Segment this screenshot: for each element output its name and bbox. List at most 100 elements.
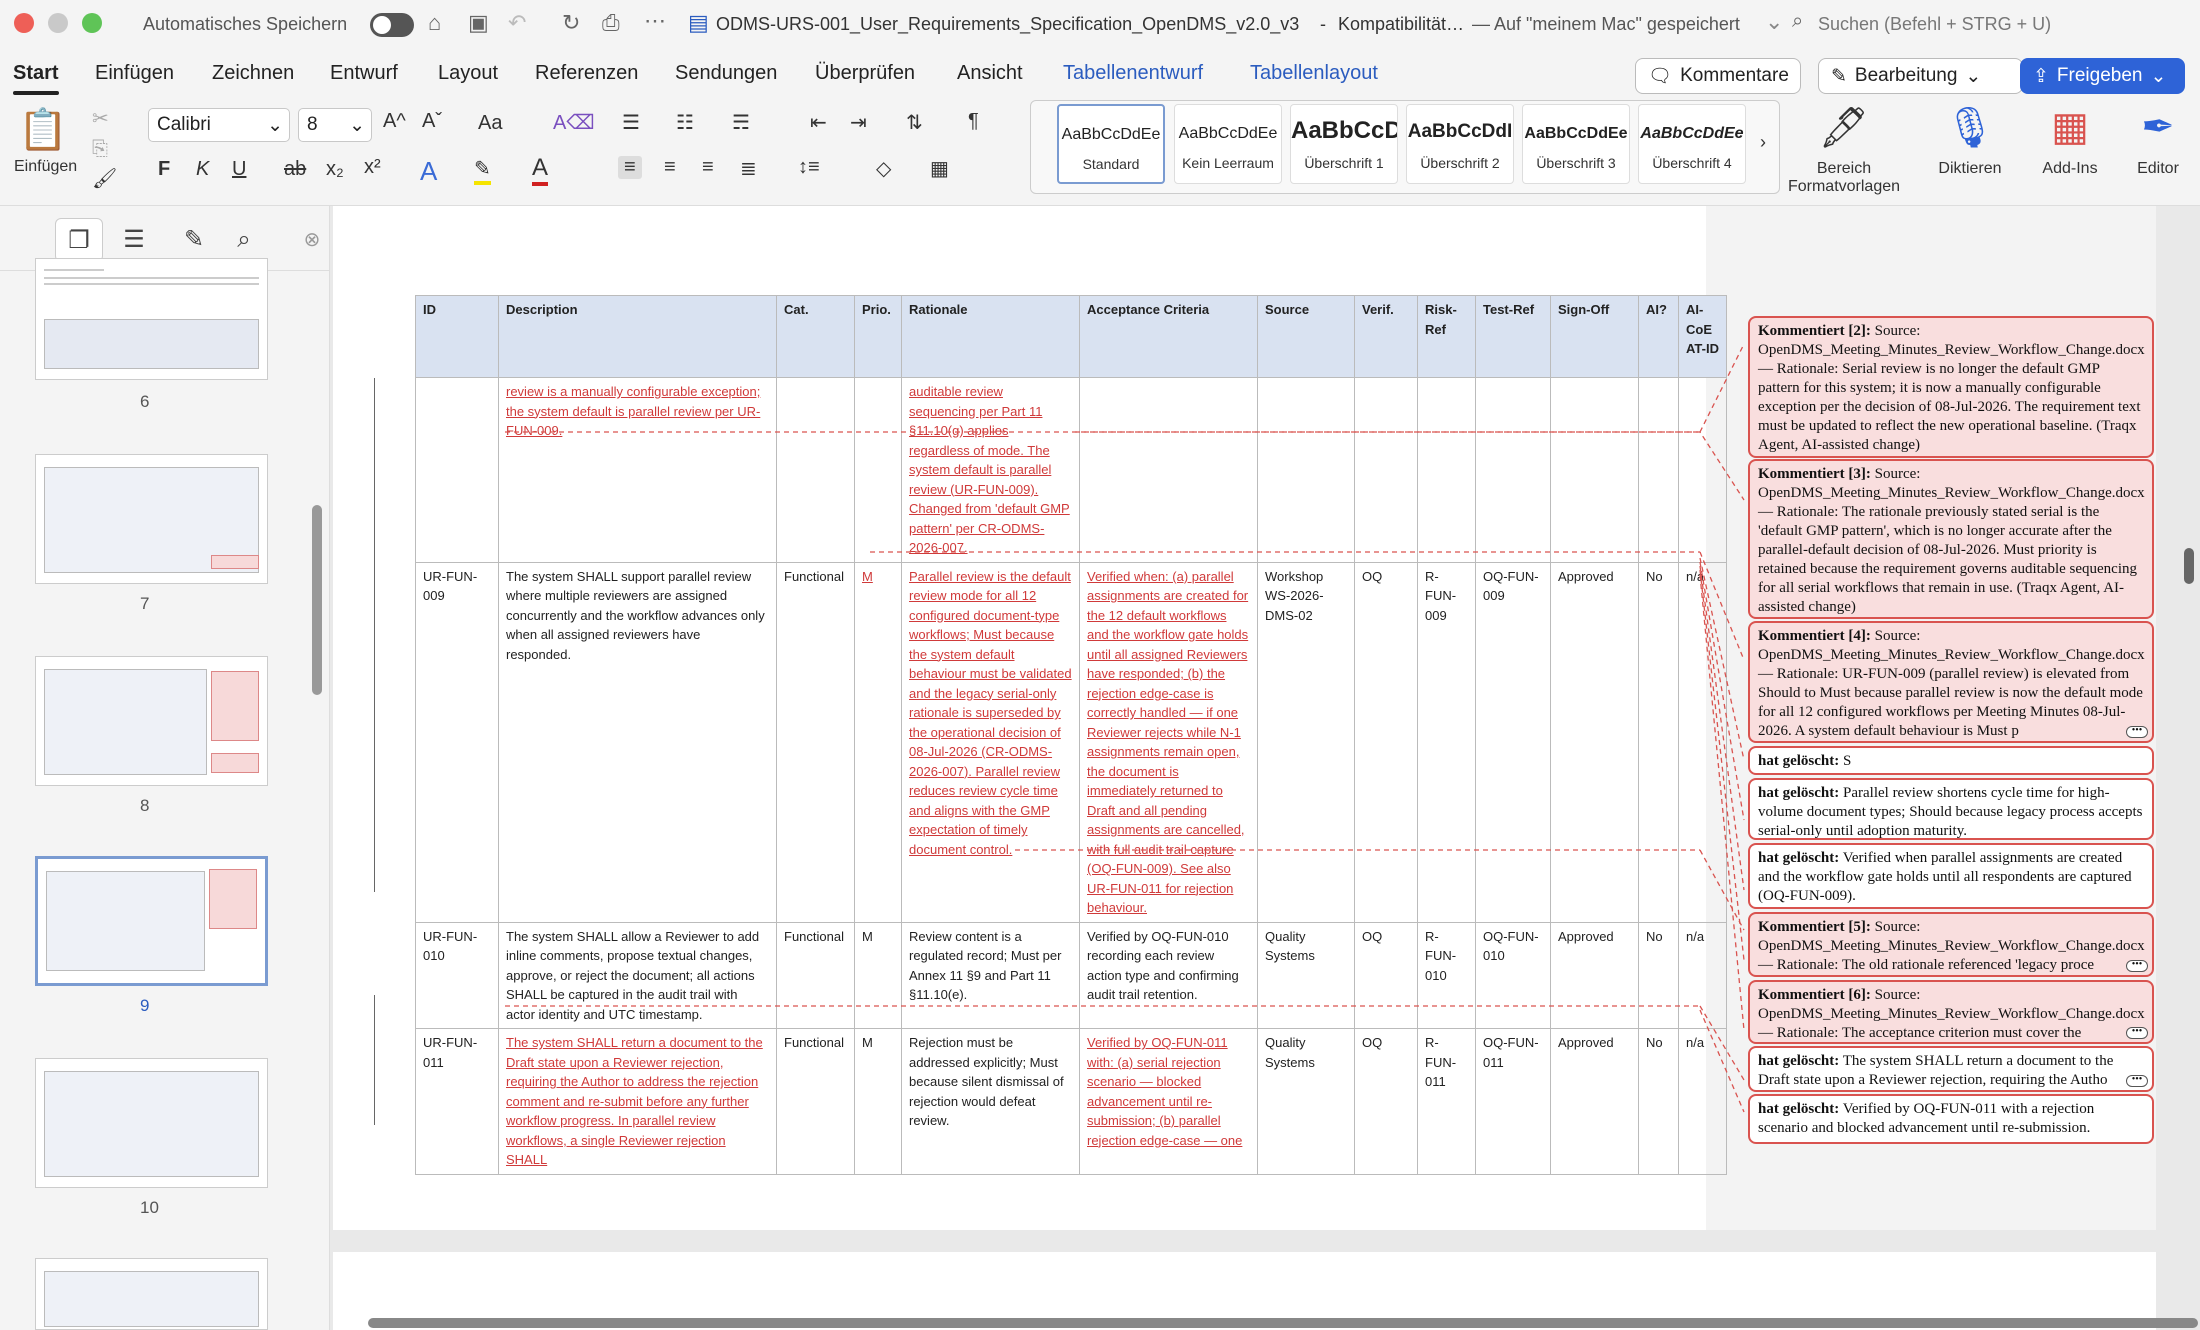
font-color-icon[interactable]: A [532, 154, 549, 186]
cell-ai[interactable]: No [1638, 561, 1679, 923]
save-icon[interactable]: ▣ [468, 10, 489, 36]
page-thumbnail-11[interactable] [35, 1258, 268, 1330]
chevron-right-icon[interactable]: › [1760, 132, 1766, 153]
clear-format-icon[interactable]: A⌫ [553, 110, 595, 135]
cell-category[interactable]: Functional [776, 561, 855, 923]
document-vertical-scrollbar[interactable] [2184, 548, 2194, 584]
align-center-icon[interactable]: ≡ [664, 156, 676, 179]
cell-category[interactable] [776, 377, 855, 563]
clipboard-icon[interactable]: 📋 [18, 106, 68, 153]
page-thumbnail-8[interactable] [35, 656, 268, 786]
cell-rationale[interactable]: Review content is a regulated record; Mu… [901, 921, 1080, 1029]
comment-balloon[interactable]: Kommentiert [3]: Source: OpenDMS_Meeting… [1748, 459, 2154, 619]
cell-sign-off[interactable]: Approved [1550, 921, 1639, 1029]
cell-id[interactable]: UR-FUN-009 [415, 561, 499, 923]
cell-source[interactable]: Workshop WS-2026-DMS-02 [1257, 561, 1355, 923]
close-window-button[interactable] [14, 13, 34, 33]
cell-verification[interactable]: OQ [1354, 1028, 1418, 1175]
cell-verification[interactable]: OQ [1354, 921, 1418, 1029]
cell-category[interactable]: Functional [776, 1028, 855, 1175]
font-name-select[interactable]: Calibri ⌄ [148, 108, 290, 142]
tab-table-layout[interactable]: Tabellenlayout [1250, 62, 1378, 85]
shading-icon[interactable]: ◇ [876, 156, 891, 181]
more-icon[interactable]: ⋯ [644, 8, 666, 34]
cell-ai[interactable]: No [1638, 921, 1679, 1029]
deletion-balloon[interactable]: hat gelöscht: Parallel review shortens c… [1748, 778, 2154, 840]
tab-review[interactable]: Überprüfen [815, 62, 915, 85]
editing-mode-button[interactable]: ✎ Bearbeitung ⌄ [1818, 58, 2023, 94]
cell-sign-off[interactable] [1550, 377, 1639, 563]
bold-button[interactable]: F [158, 158, 170, 181]
cell-source[interactable] [1257, 377, 1355, 563]
cell-rationale[interactable]: Parallel review is the default review mo… [901, 561, 1080, 923]
sidebar-scrollbar[interactable] [312, 505, 322, 695]
cell-at-id[interactable]: n/a [1678, 561, 1727, 923]
print-icon[interactable]: ⎙ [602, 10, 620, 36]
cell-sign-off[interactable]: Approved [1550, 1028, 1639, 1175]
saved-status[interactable]: — Auf "meinem Mac" gespeichert [1472, 14, 1740, 35]
cell-description[interactable]: review is a manually configurable except… [498, 377, 777, 563]
tab-references[interactable]: Referenzen [535, 62, 638, 85]
editor-button[interactable]: ✒ Editor [2128, 104, 2188, 178]
zoom-window-button[interactable] [82, 13, 102, 33]
deletion-balloon[interactable]: hat gelöscht: Verified by OQ-FUN-011 wit… [1748, 1094, 2154, 1144]
cell-acceptance[interactable]: Verified when: (a) parallel assignments … [1079, 561, 1258, 923]
tab-design[interactable]: Entwurf [330, 62, 398, 85]
redo-icon[interactable]: ↻ [562, 10, 580, 36]
font-size-select[interactable]: 8 ⌄ [298, 108, 372, 142]
increase-indent-icon[interactable]: ⇥ [850, 110, 867, 135]
cell-risk-ref[interactable]: R-FUN-009 [1417, 561, 1476, 923]
cell-at-id[interactable]: n/a [1678, 921, 1727, 1029]
chevron-down-icon[interactable]: ⌄ [1765, 9, 1783, 35]
headings-tab-icon[interactable]: ☰ [110, 218, 158, 262]
comment-balloon[interactable]: Kommentiert [4]: Source: OpenDMS_Meeting… [1748, 621, 2154, 743]
styles-pane-button[interactable]: 🖋 Bereich Formatvorlagen [1784, 104, 1904, 196]
comment-balloon[interactable]: Kommentiert [2]: Source: OpenDMS_Meeting… [1748, 316, 2154, 458]
cell-acceptance[interactable] [1079, 377, 1258, 563]
shrink-font-icon[interactable]: Aˇ [422, 110, 442, 133]
cell-source[interactable]: Quality Systems [1257, 1028, 1355, 1175]
search-tab-icon[interactable]: ⌕ [220, 218, 268, 262]
strikethrough-button[interactable]: ab [284, 158, 306, 181]
cell-ai[interactable]: No [1638, 1028, 1679, 1175]
cell-source[interactable]: Quality Systems [1257, 921, 1355, 1029]
cell-sign-off[interactable]: Approved [1550, 561, 1639, 923]
cell-acceptance[interactable]: Verified by OQ-FUN-010 recording each re… [1079, 921, 1258, 1029]
tab-insert[interactable]: Einfügen [95, 62, 174, 85]
numbering-icon[interactable]: ☷ [676, 110, 694, 135]
autosave-toggle[interactable] [370, 13, 414, 37]
review-tab-icon[interactable]: ✎ [170, 218, 218, 262]
cut-icon[interactable]: ✂ [92, 106, 109, 131]
style-heading-1[interactable]: AaBbCcD Überschrift 1 [1290, 104, 1398, 184]
home-icon[interactable]: ⌂ [428, 10, 441, 36]
addins-button[interactable]: ▦ Add-Ins [2030, 104, 2110, 178]
superscript-button[interactable]: x² [364, 156, 381, 179]
cell-priority[interactable]: M [854, 561, 902, 923]
cell-test-ref[interactable]: OQ-FUN-010 [1475, 921, 1551, 1029]
bullets-icon[interactable]: ☰ [622, 110, 640, 135]
more-icon[interactable]: ••• [2126, 1027, 2148, 1039]
cell-ai[interactable] [1638, 377, 1679, 563]
subscript-button[interactable]: x₂ [326, 158, 344, 181]
comment-balloon[interactable]: Kommentiert [5]: Source: OpenDMS_Meeting… [1748, 912, 2154, 977]
align-left-icon[interactable]: ≡ [618, 156, 642, 179]
cell-at-id[interactable] [1678, 377, 1727, 563]
cell-id[interactable]: UR-FUN-011 [415, 1028, 499, 1175]
tab-start[interactable]: Start [13, 62, 59, 95]
multilevel-list-icon[interactable]: ☴ [732, 110, 750, 135]
more-icon[interactable]: ••• [2126, 726, 2148, 738]
page-thumbnail-10[interactable] [35, 1058, 268, 1188]
tab-view[interactable]: Ansicht [957, 62, 1023, 85]
thumbnails-tab-icon[interactable]: ❐ [55, 218, 103, 262]
deletion-balloon[interactable]: hat gelöscht: Verified when parallel ass… [1748, 843, 2154, 909]
cell-rationale[interactable]: Rejection must be addressed explicitly; … [901, 1028, 1080, 1175]
cell-test-ref[interactable]: OQ-FUN-009 [1475, 561, 1551, 923]
cell-category[interactable]: Functional [776, 921, 855, 1029]
format-painter-icon[interactable]: 🖌 [92, 166, 117, 191]
cell-at-id[interactable]: n/a [1678, 1028, 1727, 1175]
underline-button[interactable]: U [232, 158, 246, 181]
minimize-window-button[interactable] [48, 13, 68, 33]
borders-icon[interactable]: ▦ [930, 156, 949, 181]
style-heading-2[interactable]: AaBbCcDdI Überschrift 2 [1406, 104, 1514, 184]
decrease-indent-icon[interactable]: ⇤ [810, 110, 827, 135]
